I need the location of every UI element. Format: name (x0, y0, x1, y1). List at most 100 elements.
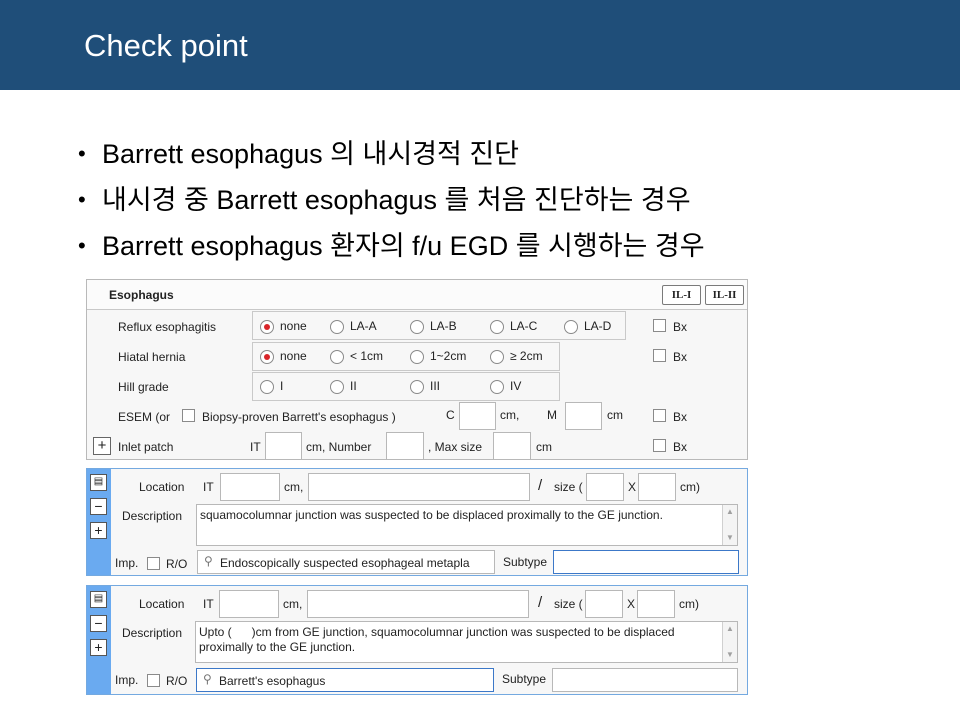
hiatal-lt1-radio[interactable] (330, 350, 344, 364)
ro-checkbox[interactable] (147, 557, 160, 570)
search-icon: ⚲ (203, 672, 212, 686)
cm-number-label: cm, Number (306, 440, 372, 454)
hiatal-ge2-radio[interactable] (490, 350, 504, 364)
size-b-input[interactable] (637, 590, 675, 618)
reflux-la-c-radio[interactable] (490, 320, 504, 334)
hiatal-options: none < 1cm 1~2cm ≥ 2cm (252, 342, 560, 371)
impression-text: Barrett's esophagus (219, 674, 326, 688)
remove-button[interactable]: − (90, 615, 107, 632)
m-label: M (547, 408, 557, 422)
size-a-input[interactable] (585, 590, 623, 618)
inlet-it-input[interactable] (265, 432, 302, 460)
size-a-input[interactable] (586, 473, 624, 501)
reflux-label: Reflux esophagitis (118, 320, 217, 334)
x-label: X (627, 597, 636, 611)
panel-title: Esophagus (109, 288, 174, 302)
it-label: IT (203, 480, 214, 494)
ro-label: R/O (166, 674, 188, 688)
inlet-bx-checkbox[interactable] (653, 439, 666, 452)
subtype-input[interactable] (552, 668, 738, 692)
impression-input[interactable]: ⚲ Endoscopically suspected esophageal me… (197, 550, 495, 574)
impression-input[interactable]: ⚲ Barrett's esophagus (196, 668, 494, 692)
size-b-input[interactable] (638, 473, 676, 501)
reflux-la-a-radio[interactable] (330, 320, 344, 334)
bullet-item: Barrett esophagus 의 내시경적 진단 (78, 134, 705, 180)
description-text: squamocolumnar junction was suspected to… (200, 508, 663, 522)
hill-iv-radio[interactable] (490, 380, 504, 394)
add-inlet-button[interactable]: + (93, 437, 111, 455)
imp-label: Imp. (115, 556, 139, 570)
imp-label: Imp. (115, 673, 139, 687)
location-it-input[interactable] (220, 473, 280, 501)
bx-label: Bx (673, 350, 688, 364)
location-text-input[interactable] (308, 473, 530, 501)
description-textarea[interactable]: squamocolumnar junction was suspected to… (196, 504, 738, 546)
remove-button[interactable]: − (90, 498, 107, 515)
description-scrollbar[interactable]: ▲ ▼ (722, 505, 737, 545)
inlet-max-input[interactable] (493, 432, 531, 460)
il-ii-button[interactable]: IL-II (705, 285, 744, 305)
inlet-label: Inlet patch (118, 440, 174, 454)
location-label: Location (139, 480, 185, 494)
it-label: IT (203, 597, 214, 611)
add-button[interactable]: + (90, 522, 107, 539)
reflux-la-d-radio[interactable] (564, 320, 578, 334)
reflux-bx-checkbox[interactable] (653, 319, 666, 332)
esem-c-input[interactable] (459, 402, 496, 430)
biopsy-proven-label: Biopsy-proven Barrett's esophagus ) (202, 410, 396, 424)
option-label: LA-B (430, 319, 457, 333)
ro-checkbox[interactable] (147, 674, 160, 687)
hill-ii-radio[interactable] (330, 380, 344, 394)
page-title: Check point (84, 28, 248, 63)
slash-separator: / (538, 477, 543, 494)
size-label: size ( (554, 480, 583, 494)
scroll-down-icon[interactable]: ▼ (726, 533, 734, 542)
hiatal-bx-checkbox[interactable] (653, 349, 666, 362)
option-label: LA-A (350, 319, 377, 333)
copy-icon[interactable]: ▤ (90, 474, 107, 491)
bx-label: Bx (673, 320, 688, 334)
add-button[interactable]: + (90, 639, 107, 656)
description-textarea[interactable]: Upto ( )cm from GE junction, squamocolum… (195, 621, 738, 663)
esem-label: ESEM (or (118, 410, 171, 424)
hill-options: I II III IV (252, 372, 560, 401)
subtype-input[interactable] (553, 550, 739, 574)
bx-label: Bx (673, 410, 688, 424)
biopsy-proven-checkbox[interactable] (182, 409, 195, 422)
title-banner: Check point (0, 0, 960, 90)
cm-label: cm (607, 408, 623, 422)
reflux-la-b-radio[interactable] (410, 320, 424, 334)
search-icon: ⚲ (204, 554, 213, 568)
description-label: Description (122, 509, 183, 523)
subtype-label: Subtype (503, 555, 548, 569)
hiatal-none-radio[interactable] (260, 350, 274, 364)
copy-icon[interactable]: ▤ (90, 591, 107, 608)
bullet-item: Barrett esophagus 환자의 f/u EGD 를 시행하는 경우 (78, 226, 705, 272)
location-label: Location (139, 597, 185, 611)
il-i-button[interactable]: IL-I (662, 285, 701, 305)
option-label: I (280, 379, 284, 393)
description-scrollbar[interactable]: ▲ ▼ (722, 622, 737, 662)
esem-bx-checkbox[interactable] (653, 409, 666, 422)
x-label: X (628, 480, 637, 494)
cm-close-label: cm) (680, 480, 700, 494)
esem-m-input[interactable] (565, 402, 602, 430)
card-sidebar: ▤ − + (87, 586, 111, 694)
location-text-input[interactable] (307, 590, 529, 618)
scroll-up-icon[interactable]: ▲ (726, 624, 734, 633)
hill-i-radio[interactable] (260, 380, 274, 394)
scroll-up-icon[interactable]: ▲ (726, 507, 734, 516)
cm-label: cm, (284, 480, 304, 494)
location-it-input[interactable] (219, 590, 279, 618)
option-label: II (350, 379, 357, 393)
scroll-down-icon[interactable]: ▼ (726, 650, 734, 659)
hill-iii-radio[interactable] (410, 380, 424, 394)
size-label: size ( (554, 597, 583, 611)
option-label: IV (510, 379, 522, 393)
inlet-number-input[interactable] (386, 432, 424, 460)
it-label: IT (250, 440, 261, 454)
bx-label: Bx (673, 440, 688, 454)
cm-label: cm, (500, 408, 520, 422)
hiatal-1to2-radio[interactable] (410, 350, 424, 364)
reflux-none-radio[interactable] (260, 320, 274, 334)
